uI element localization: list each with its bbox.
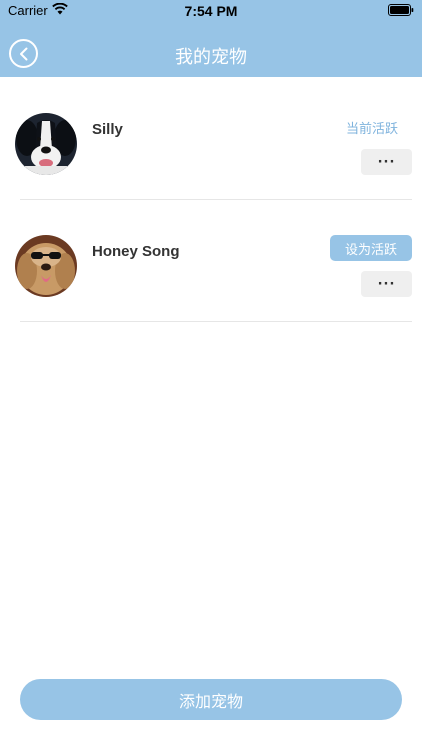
add-pet-button[interactable]: 添加宠物 xyxy=(20,679,402,720)
pet-row-honey-song[interactable]: Honey Song 设为活跃 ··· xyxy=(15,200,412,322)
pet-avatar-honey-song xyxy=(15,235,77,297)
dog-photo-icon xyxy=(15,113,77,175)
pet-row-silly[interactable]: Silly 当前活跃 ··· xyxy=(15,78,412,200)
more-options-button[interactable]: ··· xyxy=(361,271,412,297)
page-title: 我的宠物 xyxy=(175,47,247,68)
navigation-header: Carrier 7:54 PM 我的宠物 xyxy=(0,0,422,77)
set-active-button[interactable]: 设为活跃 xyxy=(330,235,412,261)
battery-icon xyxy=(388,4,414,16)
pet-name: Honey Song xyxy=(92,243,180,260)
ellipsis-icon: ··· xyxy=(377,276,396,292)
status-bar: Carrier 7:54 PM xyxy=(0,0,422,22)
dog-photo-icon xyxy=(15,235,77,297)
ellipsis-icon: ··· xyxy=(377,154,396,170)
pet-name: Silly xyxy=(92,121,123,138)
more-options-button[interactable]: ··· xyxy=(361,149,412,175)
pet-avatar-silly xyxy=(15,113,77,175)
active-status-label: 当前活跃 xyxy=(345,122,398,137)
clock-time: 7:54 PM xyxy=(184,3,238,19)
